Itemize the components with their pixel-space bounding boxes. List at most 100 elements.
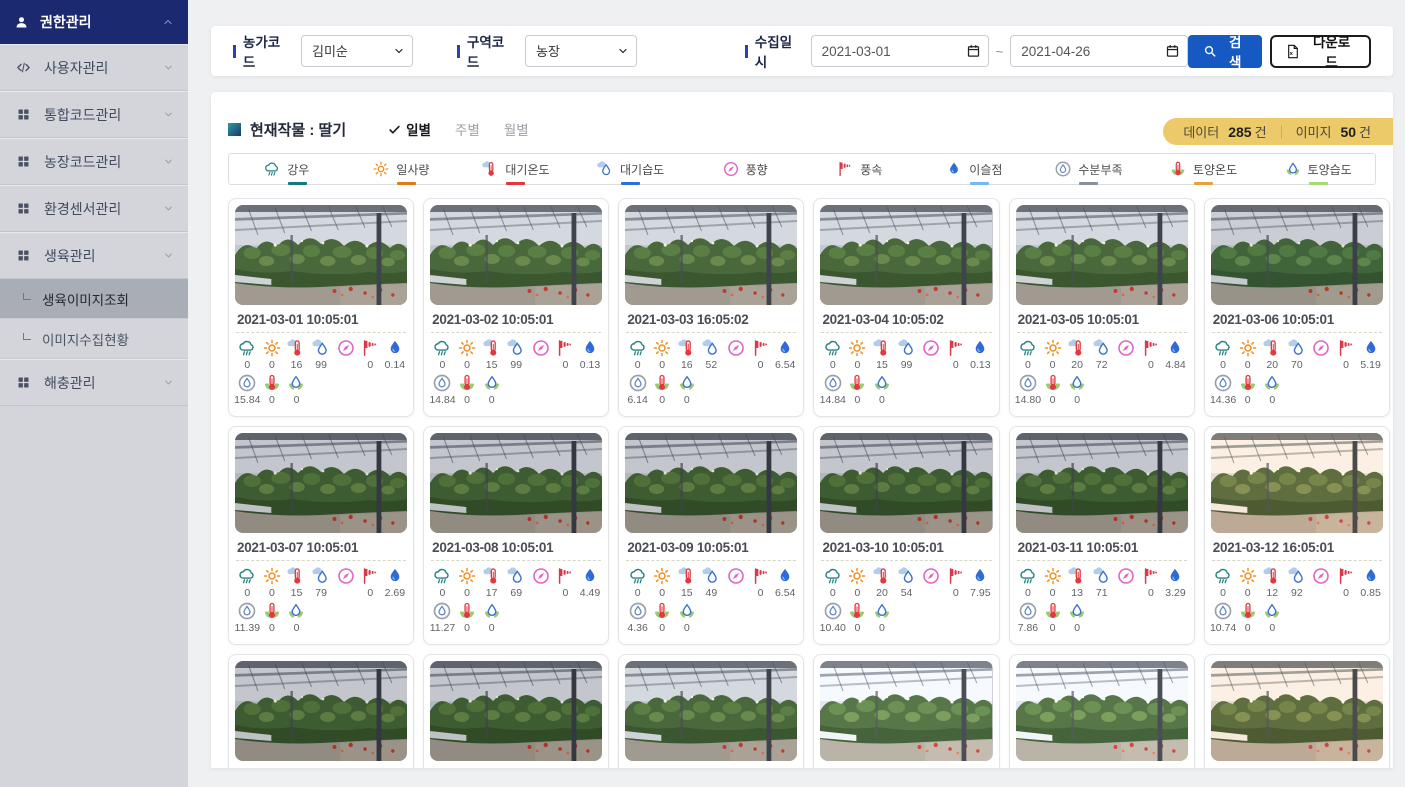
metric-row-primary: 0 0 15 79 0 2.69	[235, 566, 407, 599]
greenhouse-photo[interactable]	[1211, 205, 1383, 305]
zone-code-select[interactable]: 농장	[525, 35, 637, 67]
image-card[interactable]: 2021-03-06 10:05:01 0 0 20 70 0 5.19 14.…	[1204, 198, 1390, 417]
greenhouse-photo[interactable]	[430, 661, 602, 761]
divider	[1017, 332, 1187, 333]
greenhouse-photo[interactable]	[820, 205, 992, 305]
greenhouse-scene	[430, 205, 602, 305]
greenhouse-photo[interactable]	[1016, 661, 1188, 761]
search-button[interactable]: 검색	[1188, 35, 1262, 68]
sidebar-item[interactable]: 통합코드관리	[0, 91, 188, 138]
chevron-down-icon	[163, 250, 174, 261]
farm-code-select[interactable]: 김미순	[301, 35, 413, 67]
greenhouse-scene	[820, 661, 992, 761]
chevron-down-icon	[163, 377, 174, 388]
greenhouse-photo[interactable]	[235, 205, 407, 305]
greenhouse-photo[interactable]	[1016, 433, 1188, 533]
greenhouse-scene	[235, 661, 407, 761]
metric-value: 0	[1269, 394, 1275, 406]
tab-weekly[interactable]: 주별	[455, 119, 480, 139]
sidebar-header-permission-mgmt[interactable]: 권한관리	[0, 0, 188, 44]
metric-cell: 6.54	[773, 566, 798, 599]
metric-value: 4.36	[627, 622, 647, 634]
card-timestamp: 2021-03-04 10:05:02	[822, 312, 990, 327]
greenhouse-photo[interactable]	[1016, 205, 1188, 305]
chevron-down-icon	[163, 109, 174, 120]
image-card[interactable]: 2021-03-11 10:05:01 0 0 13 71 0 3.29 7.8…	[1009, 426, 1195, 645]
greenhouse-photo[interactable]	[625, 661, 797, 761]
image-card[interactable]: 2021-03-16 10:05:02	[813, 654, 999, 768]
image-card[interactable]: 2021-03-13 10:05:01	[228, 654, 414, 768]
date-to-input[interactable]	[1010, 35, 1188, 67]
metric-value: 0	[1074, 622, 1080, 634]
image-card[interactable]: 2021-03-02 10:05:01 0 0 15 99 0 0.13 14.…	[423, 198, 609, 417]
sidebar-sub-item[interactable]: 이미지수집현황	[0, 319, 188, 359]
metric-icon	[652, 338, 672, 358]
greenhouse-photo[interactable]	[625, 205, 797, 305]
sidebar-item[interactable]: 생육관리	[0, 232, 188, 279]
image-card[interactable]: 2021-03-09 10:05:01 0 0 15 49 0 6.54 4.3…	[618, 426, 804, 645]
image-card[interactable]: 2021-03-07 10:05:01 0 0 15 79 0 2.69 11.…	[228, 426, 414, 645]
tab-daily[interactable]: 일별	[388, 119, 431, 139]
greenhouse-photo[interactable]	[820, 661, 992, 761]
divider	[1017, 560, 1187, 561]
metric-cell: 0.14	[383, 338, 408, 371]
metric-cell: 7.86	[1016, 601, 1041, 634]
sidebar: 권한관리 사용자관리 통합코드관리 농장코드관리 환경센서관리 생육관리 생육이…	[0, 0, 188, 787]
sidebar-item[interactable]: 농장코드관리	[0, 138, 188, 185]
metric-row-primary: 0 0 20 72 0 4.84	[1016, 338, 1188, 371]
sidebar-item[interactable]: 해충관리	[0, 359, 188, 406]
metric-icon	[970, 338, 990, 358]
sidebar-item-label: 통합코드관리	[44, 105, 121, 125]
metric-icon	[1311, 566, 1331, 586]
image-card[interactable]: 2021-03-17 17:35:01	[1009, 654, 1195, 768]
menu-icon	[16, 107, 31, 122]
metric-icon	[701, 566, 721, 586]
metric-icon	[628, 338, 648, 358]
image-card[interactable]: 2021-03-15 10:05:01	[618, 654, 804, 768]
metric-row-primary: 0 0 20 70 0 5.19	[1211, 338, 1383, 371]
image-card[interactable]: 2021-03-10 10:05:01 0 0 20 54 0 7.95 10.…	[813, 426, 999, 645]
image-card[interactable]: 2021-03-14 10:05:01	[423, 654, 609, 768]
image-card[interactable]: 2021-03-18 16:05:02	[1204, 654, 1390, 768]
metric-cell: 6.14	[625, 373, 650, 406]
metric-row-primary: 0 0 20 54 0 7.95	[820, 566, 992, 599]
metric-row-soil: 14.80 0 0	[1016, 373, 1188, 406]
tab-monthly[interactable]: 월별	[504, 119, 529, 139]
metric-value: 0	[269, 394, 275, 406]
metric-icon	[677, 338, 697, 358]
image-card[interactable]: 2021-03-05 10:05:01 0 0 20 72 0 4.84 14.…	[1009, 198, 1195, 417]
image-card[interactable]: 2021-03-04 10:05:02 0 0 15 99 0 0.13 14.…	[813, 198, 999, 417]
image-card[interactable]: 2021-03-03 16:05:02 0 0 16 52 0 6.54 6.1…	[618, 198, 804, 417]
image-card[interactable]: 2021-03-12 16:05:01 0 0 12 92 0 0.85 10.…	[1204, 426, 1390, 645]
greenhouse-photo[interactable]	[820, 433, 992, 533]
greenhouse-photo[interactable]	[430, 205, 602, 305]
metric-cell: 15	[479, 338, 504, 371]
metric-cell: 0	[748, 338, 773, 371]
sidebar-item[interactable]: 사용자관리	[0, 44, 188, 91]
greenhouse-photo[interactable]	[430, 433, 602, 533]
metric-cell: 14.36	[1211, 373, 1236, 406]
date-from-input[interactable]	[811, 35, 989, 67]
sidebar-sub-item[interactable]: 생육이미지조회	[0, 279, 188, 319]
metric-value: 72	[1096, 359, 1108, 371]
metric-cell: 52	[699, 338, 724, 371]
sidebar-item[interactable]: 환경센서관리	[0, 185, 188, 232]
metric-value: 0	[464, 394, 470, 406]
divider	[1212, 332, 1382, 333]
greenhouse-photo[interactable]	[235, 433, 407, 533]
metric-cell: 15	[675, 566, 700, 599]
greenhouse-photo[interactable]	[1211, 661, 1383, 761]
image-card[interactable]: 2021-03-01 10:05:01 0 0 16 99 0 0.14 15.…	[228, 198, 414, 417]
download-button[interactable]: 다운로드	[1270, 35, 1371, 68]
greenhouse-photo[interactable]	[1211, 433, 1383, 533]
image-card[interactable]: 2021-03-08 10:05:01 0 0 17 69 0 4.49 11.…	[423, 426, 609, 645]
greenhouse-photo[interactable]	[235, 661, 407, 761]
legend-item: 풍속	[802, 160, 917, 178]
chevron-up-icon	[162, 16, 174, 28]
metric-cell	[529, 566, 554, 599]
metric-cell: 4.49	[578, 566, 603, 599]
greenhouse-photo[interactable]	[625, 433, 797, 533]
metric-value: 0	[269, 359, 275, 371]
metric-icon	[823, 601, 843, 621]
metric-row-primary: 0 0 13 71 0 3.29	[1016, 566, 1188, 599]
